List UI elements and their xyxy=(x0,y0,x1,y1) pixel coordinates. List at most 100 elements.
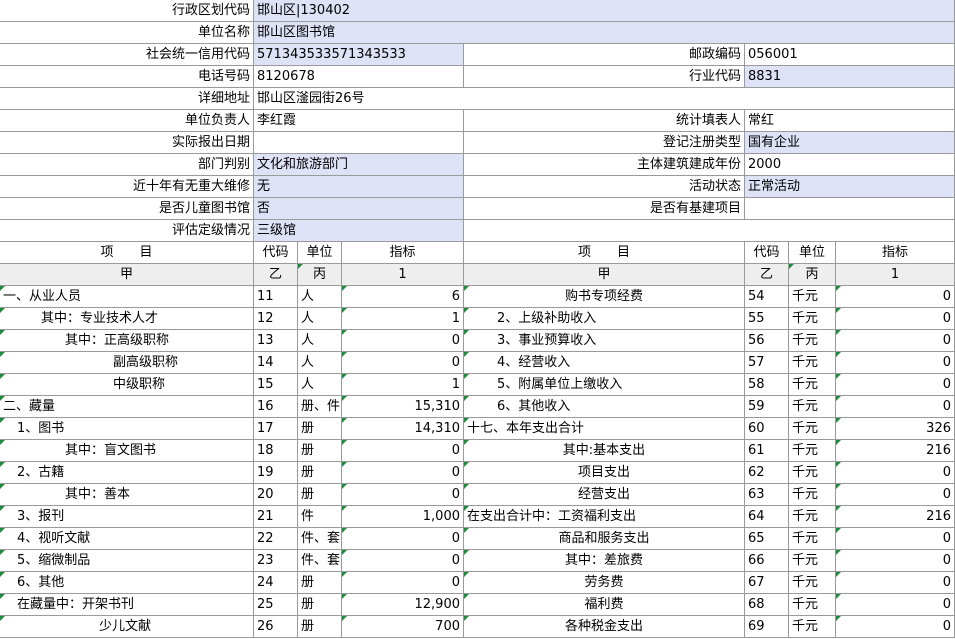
column-header-unit: 单位 xyxy=(789,242,836,264)
field-value[interactable]: 常红 xyxy=(745,110,955,132)
table-row-unit: 千元 xyxy=(789,528,836,550)
table-row-unit: 千元 xyxy=(789,418,836,440)
table-row-unit: 千元 xyxy=(789,374,836,396)
table-row-value[interactable]: 0 xyxy=(836,616,955,638)
table-row-value[interactable]: 1 xyxy=(342,374,464,396)
table-row-item: 4、经营收入 xyxy=(464,352,745,374)
table-row-code: 69 xyxy=(745,616,789,638)
table-row-value[interactable]: 0 xyxy=(342,572,464,594)
table-row-value[interactable]: 326 xyxy=(836,418,955,440)
table-row-value[interactable]: 0 xyxy=(836,352,955,374)
field-value[interactable]: 056001 xyxy=(745,44,955,66)
field-label: 行政区划代码 xyxy=(0,0,254,22)
table-row-unit: 千元 xyxy=(789,506,836,528)
table-row-code: 24 xyxy=(254,572,298,594)
table-row-item: 其中:基本支出 xyxy=(464,440,745,462)
table-row-value[interactable]: 0 xyxy=(836,308,955,330)
field-label: 统计填表人 xyxy=(464,110,745,132)
field-value[interactable]: 三级馆 xyxy=(254,220,464,242)
field-value[interactable]: 邯山区|130402 xyxy=(254,0,955,22)
table-row-value[interactable]: 0 xyxy=(342,352,464,374)
table-row-value[interactable]: 0 xyxy=(342,462,464,484)
table-row-code: 25 xyxy=(254,594,298,616)
table-row-value[interactable]: 216 xyxy=(836,506,955,528)
table-row-item: 劳务费 xyxy=(464,572,745,594)
column-header-item: 项 目 xyxy=(464,242,745,264)
table-row-code: 18 xyxy=(254,440,298,462)
table-row-value[interactable]: 14,310 xyxy=(342,418,464,440)
field-label: 登记注册类型 xyxy=(464,132,745,154)
table-row-item: 3、事业预算收入 xyxy=(464,330,745,352)
table-row-value[interactable]: 1,000 xyxy=(342,506,464,528)
table-row-value[interactable]: 0 xyxy=(342,550,464,572)
table-row-value[interactable]: 0 xyxy=(342,330,464,352)
table-row-unit: 册 xyxy=(298,616,342,638)
field-value[interactable]: 李红霞 xyxy=(254,110,464,132)
table-row-value[interactable]: 216 xyxy=(836,440,955,462)
table-row-code: 60 xyxy=(745,418,789,440)
table-row-value[interactable]: 0 xyxy=(342,484,464,506)
table-row-unit: 千元 xyxy=(789,330,836,352)
field-value[interactable] xyxy=(745,198,955,220)
table-row-value[interactable]: 0 xyxy=(836,594,955,616)
table-row-value[interactable]: 0 xyxy=(836,550,955,572)
table-row-value[interactable]: 700 xyxy=(342,616,464,638)
table-row-code: 61 xyxy=(745,440,789,462)
table-row-value[interactable]: 0 xyxy=(342,528,464,550)
table-row-value[interactable]: 0 xyxy=(836,374,955,396)
table-row-value[interactable]: 1 xyxy=(342,308,464,330)
table-row-value[interactable]: 6 xyxy=(342,286,464,308)
table-row-unit: 千元 xyxy=(789,594,836,616)
field-value[interactable]: 邯山区图书馆 xyxy=(254,22,955,44)
table-row-value[interactable]: 0 xyxy=(836,330,955,352)
table-row-unit: 千元 xyxy=(789,286,836,308)
column-subheader: 1 xyxy=(836,264,955,286)
table-row-item: 各种税金支出 xyxy=(464,616,745,638)
table-row-unit: 人 xyxy=(298,286,342,308)
table-row-item: 商品和服务支出 xyxy=(464,528,745,550)
table-row-unit: 千元 xyxy=(789,572,836,594)
field-value[interactable]: 571343533571343533 xyxy=(254,44,464,66)
table-row-unit: 人 xyxy=(298,352,342,374)
field-value[interactable]: 8831 xyxy=(745,66,955,88)
field-value[interactable] xyxy=(254,132,464,154)
table-row-value[interactable]: 0 xyxy=(342,440,464,462)
table-row-value[interactable]: 0 xyxy=(836,462,955,484)
table-row-item: 2、古籍 xyxy=(0,462,254,484)
table-row-value[interactable]: 15,310 xyxy=(342,396,464,418)
field-label: 社会统一信用代码 xyxy=(0,44,254,66)
field-label: 近十年有无重大维修 xyxy=(0,176,254,198)
field-label: 主体建筑建成年份 xyxy=(464,154,745,176)
table-row-unit: 人 xyxy=(298,330,342,352)
field-value[interactable]: 无 xyxy=(254,176,464,198)
table-row-code: 58 xyxy=(745,374,789,396)
field-value[interactable]: 否 xyxy=(254,198,464,220)
column-header-item: 项 目 xyxy=(0,242,254,264)
field-value[interactable]: 邯山区滏园街26号 xyxy=(254,88,955,110)
table-row-code: 21 xyxy=(254,506,298,528)
table-row-unit: 千元 xyxy=(789,484,836,506)
table-row-value[interactable]: 0 xyxy=(836,484,955,506)
table-row-unit: 千元 xyxy=(789,616,836,638)
column-subheader: 乙 xyxy=(745,264,789,286)
table-row-code: 67 xyxy=(745,572,789,594)
table-row-item: 6、其他 xyxy=(0,572,254,594)
table-row-value[interactable]: 0 xyxy=(836,286,955,308)
field-label: 电话号码 xyxy=(0,66,254,88)
table-row-code: 57 xyxy=(745,352,789,374)
field-value[interactable]: 2000 xyxy=(745,154,955,176)
field-value[interactable]: 文化和旅游部门 xyxy=(254,154,464,176)
table-row-code: 17 xyxy=(254,418,298,440)
field-value[interactable]: 8120678 xyxy=(254,66,464,88)
table-row-value[interactable]: 0 xyxy=(836,572,955,594)
field-value[interactable]: 正常活动 xyxy=(745,176,955,198)
table-row-item: 经营支出 xyxy=(464,484,745,506)
table-row-value[interactable]: 0 xyxy=(836,396,955,418)
table-row-code: 26 xyxy=(254,616,298,638)
table-row-code: 14 xyxy=(254,352,298,374)
table-row-value[interactable]: 0 xyxy=(836,528,955,550)
table-row-value[interactable]: 12,900 xyxy=(342,594,464,616)
spreadsheet-grid: 行政区划代码 邯山区|130402 单位名称 邯山区图书馆 社会统一信用代码 571343… xyxy=(0,0,955,639)
field-value[interactable]: 国有企业 xyxy=(745,132,955,154)
field-label: 单位名称 xyxy=(0,22,254,44)
